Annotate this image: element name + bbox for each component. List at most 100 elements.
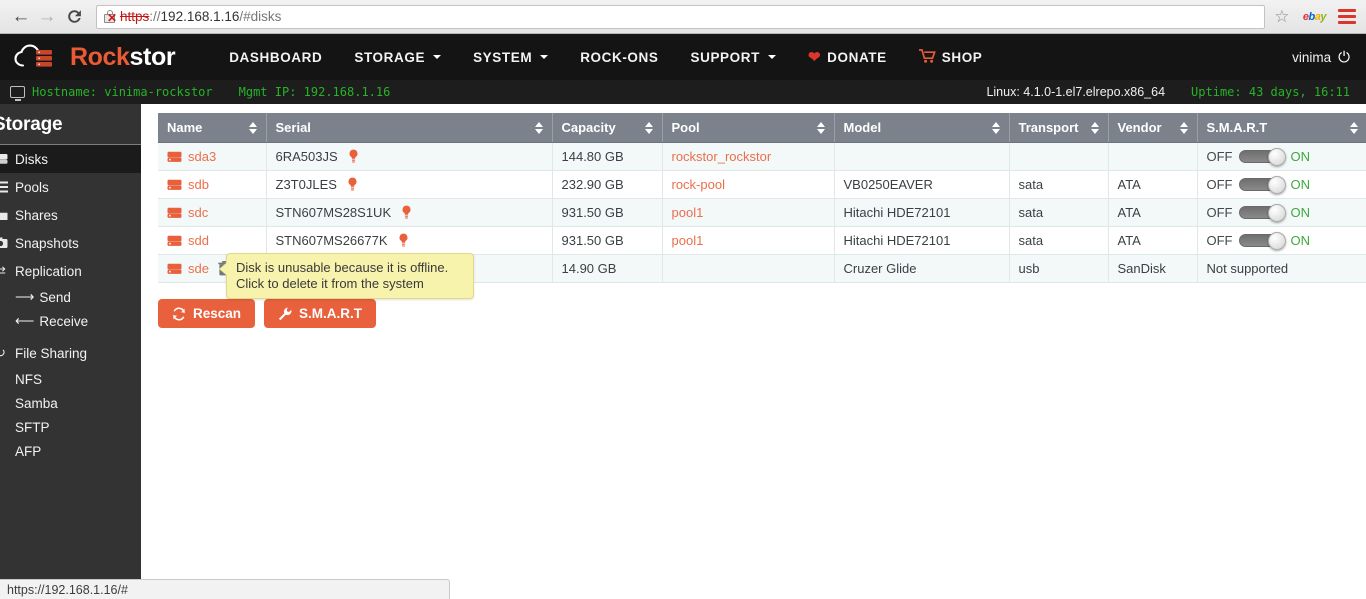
browser-toolbar: ← → ✕ https://192.168.1.16/#disks ☆ ebay bbox=[0, 0, 1366, 34]
nav-item-storage[interactable]: STORAGE bbox=[338, 42, 457, 73]
smart-button[interactable]: S.M.A.R.T bbox=[264, 299, 377, 328]
disk-link[interactable]: sdc bbox=[188, 205, 208, 220]
lightbulb-icon[interactable] bbox=[344, 149, 359, 164]
ebay-extension-icon[interactable]: ebay bbox=[1303, 11, 1327, 23]
nav-item-support[interactable]: SUPPORT bbox=[675, 42, 792, 73]
disk-link[interactable]: sdb bbox=[188, 177, 209, 192]
forward-arrow-icon[interactable]: → bbox=[34, 4, 60, 30]
refresh-icon bbox=[172, 306, 186, 321]
star-icon[interactable]: ☆ bbox=[1271, 6, 1293, 28]
cell-vendor: ATA bbox=[1108, 198, 1198, 227]
cell-name: sda3 bbox=[158, 142, 267, 171]
disk-link[interactable]: sde bbox=[188, 261, 209, 276]
user-menu[interactable]: vinima ⏻ bbox=[1292, 34, 1350, 80]
cell-serial: 6RA503JS bbox=[266, 142, 553, 171]
sidebar-item-file-sharing[interactable]: ↻ File Sharing bbox=[0, 339, 141, 367]
column-header-serial[interactable]: Serial bbox=[266, 113, 553, 143]
sort-icon[interactable] bbox=[1350, 121, 1359, 135]
lightbulb-icon[interactable] bbox=[397, 205, 412, 220]
rescan-button[interactable]: Rescan bbox=[158, 299, 256, 328]
smart-toggle[interactable]: OFF ON bbox=[1207, 232, 1359, 250]
pool-link[interactable]: pool1 bbox=[672, 205, 704, 220]
camera-icon bbox=[0, 237, 8, 249]
broken-lock-icon[interactable]: ✕ bbox=[103, 9, 117, 24]
smart-toggle[interactable]: OFF ON bbox=[1207, 176, 1359, 194]
pool-link[interactable]: rock-pool bbox=[672, 177, 725, 192]
brand-text-stor: stor bbox=[129, 42, 176, 71]
power-icon[interactable]: ⏻ bbox=[1338, 49, 1350, 66]
column-header-model[interactable]: Model bbox=[834, 113, 1010, 143]
column-header-smart[interactable]: S.M.A.R.T bbox=[1197, 113, 1366, 143]
nav-item-system[interactable]: SYSTEM bbox=[457, 42, 564, 73]
chevron-down-icon bbox=[540, 55, 549, 59]
serial-value: Z3T0JLES bbox=[275, 177, 337, 192]
button-label: S.M.A.R.T bbox=[299, 306, 363, 321]
sidebar-item-afp[interactable]: AFP bbox=[0, 439, 141, 463]
cell-smart: Not supported bbox=[1197, 254, 1366, 283]
nav-item-rock-ons[interactable]: ROCK-ONS bbox=[564, 42, 674, 73]
sort-icon[interactable] bbox=[991, 121, 1001, 135]
address-bar[interactable]: ✕ https://192.168.1.16/#disks bbox=[96, 4, 1265, 29]
sidebar-item-send[interactable]: ⟶ Send bbox=[0, 285, 141, 309]
sidebar-item-sftp[interactable]: SFTP bbox=[0, 415, 141, 439]
hamburger-menu-icon[interactable] bbox=[1338, 9, 1356, 24]
nav-label: ROCK-ONS bbox=[580, 49, 659, 65]
smart-toggle[interactable]: OFF ON bbox=[1206, 204, 1359, 222]
smart-toggle[interactable]: OFF ON bbox=[1207, 148, 1359, 166]
toggle-on-label: ON bbox=[1290, 149, 1311, 164]
sidebar-item-replication[interactable]: ⇄ Replication bbox=[0, 257, 141, 285]
sort-icon[interactable] bbox=[248, 121, 258, 135]
cell-model: Cruzer Glide bbox=[834, 254, 1010, 283]
sidebar-item-receive[interactable]: ⟵ Receive bbox=[0, 309, 141, 333]
nav-item-shop[interactable]: SHOP bbox=[903, 41, 999, 74]
sidebar-item-shares[interactable]: Shares bbox=[0, 201, 141, 229]
exchange-icon: ⇄ bbox=[0, 263, 6, 278]
sidebar-item-nfs[interactable]: NFS bbox=[0, 367, 141, 391]
brand-logo-group[interactable]: Rockstor bbox=[10, 41, 176, 73]
cell-vendor bbox=[1108, 142, 1198, 171]
toggle-knob[interactable] bbox=[1267, 232, 1286, 250]
toggle-knob[interactable] bbox=[1267, 176, 1286, 194]
column-header-transport[interactable]: Transport bbox=[1009, 113, 1109, 143]
toggle-knob[interactable] bbox=[1267, 148, 1286, 166]
nav-item-dashboard[interactable]: DASHBOARD bbox=[213, 42, 338, 73]
nav-label: SUPPORT bbox=[690, 49, 760, 65]
pool-link[interactable]: pool1 bbox=[672, 233, 704, 248]
pool-link[interactable]: rockstor_rockstor bbox=[672, 149, 772, 164]
cell-transport bbox=[1009, 142, 1109, 171]
system-status-bar: Hostname: vinima-rockstor Mgmt IP: 192.1… bbox=[0, 80, 1366, 104]
sort-icon[interactable] bbox=[816, 121, 826, 135]
column-header-name[interactable]: Name bbox=[158, 113, 267, 143]
main-content: Name Serial Capacity Pool Model Transpor… bbox=[141, 104, 1366, 599]
sidebar-item-pools[interactable]: Pools bbox=[0, 173, 141, 201]
nav-item-donate[interactable]: ❤ DONATE bbox=[792, 40, 903, 74]
sort-icon[interactable] bbox=[1090, 121, 1100, 135]
sort-icon[interactable] bbox=[534, 121, 544, 135]
reload-icon[interactable] bbox=[60, 4, 88, 30]
back-arrow-icon[interactable]: ← bbox=[8, 4, 34, 30]
sort-icon[interactable] bbox=[644, 121, 654, 135]
toggle-off-label: OFF bbox=[1206, 205, 1233, 220]
table-row: sdd STN607MS26677K 931.50 GB pool1 Hitac… bbox=[158, 226, 1366, 255]
toggle-switch[interactable] bbox=[1238, 232, 1286, 250]
toggle-on-label: ON bbox=[1290, 177, 1311, 192]
lightbulb-icon[interactable] bbox=[343, 177, 358, 192]
toggle-switch[interactable] bbox=[1238, 204, 1286, 222]
column-header-vendor[interactable]: Vendor bbox=[1108, 113, 1198, 143]
disk-link[interactable]: sdd bbox=[188, 233, 209, 248]
sidebar-item-disks[interactable]: Disks bbox=[0, 145, 141, 173]
sort-icon[interactable] bbox=[1179, 121, 1189, 135]
disks-table-head: Name Serial Capacity Pool Model Transpor… bbox=[158, 113, 1366, 143]
toggle-switch[interactable] bbox=[1238, 148, 1286, 166]
disk-link[interactable]: sda3 bbox=[188, 149, 216, 164]
sidebar-item-snapshots[interactable]: Snapshots bbox=[0, 229, 141, 257]
lightbulb-icon[interactable] bbox=[394, 233, 409, 248]
column-header-capacity[interactable]: Capacity bbox=[552, 113, 663, 143]
cart-icon bbox=[918, 48, 936, 66]
cell-capacity: 144.80 GB bbox=[552, 142, 663, 171]
sidebar-item-samba[interactable]: Samba bbox=[0, 391, 141, 415]
column-label: Serial bbox=[275, 120, 311, 135]
toggle-knob[interactable] bbox=[1267, 204, 1286, 222]
column-header-pool[interactable]: Pool bbox=[662, 113, 835, 143]
toggle-switch[interactable] bbox=[1238, 176, 1286, 194]
